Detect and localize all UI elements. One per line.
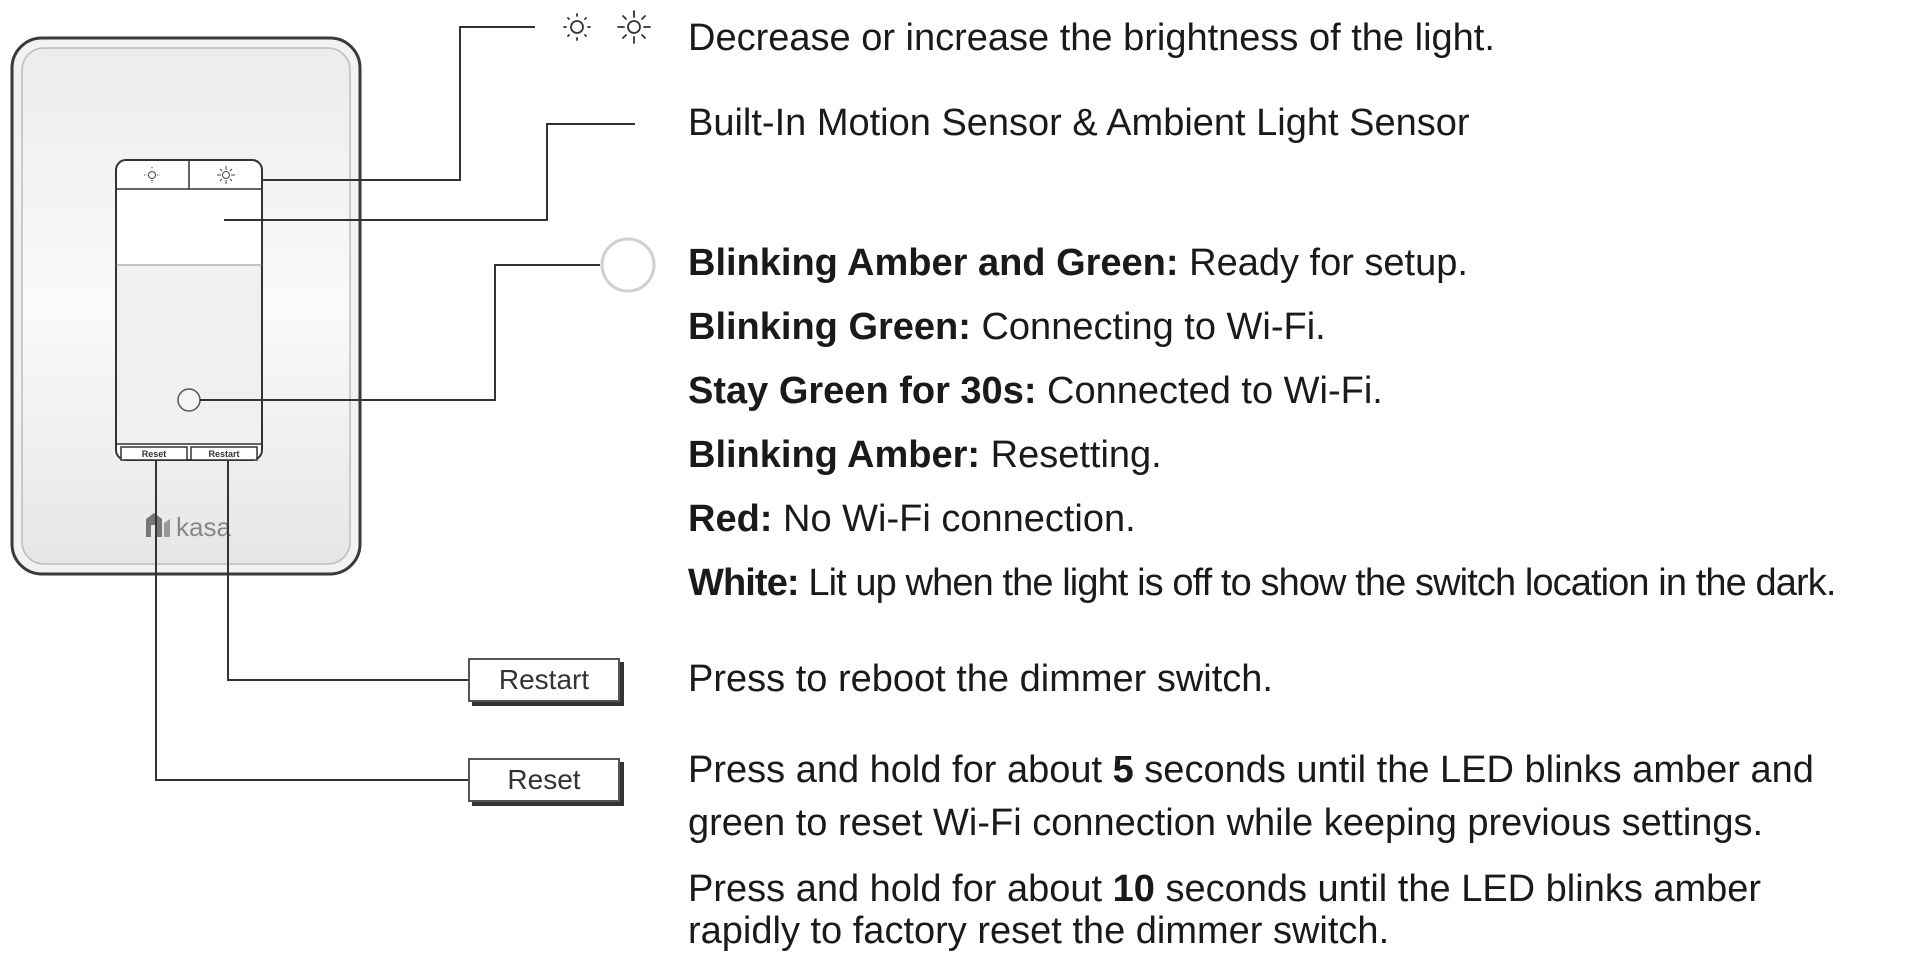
reset-5s-prefix: Press and hold for about xyxy=(688,749,1113,791)
led-state-3: Stay Green for 30s: Connected to Wi-Fi. xyxy=(688,368,1383,414)
led-state-text: No Wi-Fi connection. xyxy=(772,498,1136,540)
led-state-5: Red: No Wi-Fi connection. xyxy=(688,496,1136,542)
reset-10s-description-line2: rapidly to factory reset the dimmer swit… xyxy=(688,910,1390,952)
led-state-text: Connected to Wi-Fi. xyxy=(1036,370,1383,412)
led-state-6: White: Lit up when the light is off to s… xyxy=(688,560,1836,606)
reset-5s-description-line2: green to reset Wi-Fi connection while ke… xyxy=(688,802,1764,844)
led-state-title: Blinking Green: xyxy=(688,306,971,348)
brightness-description: Decrease or increase the brightness of t… xyxy=(688,17,1495,59)
switch-body xyxy=(115,159,263,461)
switch-reset-label: Reset xyxy=(142,449,167,459)
reset-10s-suffix: seconds until the LED blinks amber xyxy=(1154,868,1762,910)
led-state-title: Blinking Amber and Green: xyxy=(688,242,1179,284)
sun-dim-icon xyxy=(563,13,591,41)
led-state-title: Stay Green for 30s: xyxy=(688,370,1037,412)
switch-restart-button[interactable]: Restart xyxy=(190,446,258,461)
led-state-text: Lit up when the light is off to show the… xyxy=(798,562,1836,604)
switch-restart-label: Restart xyxy=(208,449,239,459)
sensor-description: Built-In Motion Sensor & Ambient Light S… xyxy=(688,102,1470,144)
restart-description: Press to reboot the dimmer switch. xyxy=(688,658,1273,700)
led-state-text: Connecting to Wi-Fi. xyxy=(970,306,1326,348)
reset-5s-description: Press and hold for about 5 seconds until… xyxy=(688,747,1814,793)
led-state-title: Red: xyxy=(688,498,773,540)
restart-button-label: Restart xyxy=(468,658,620,702)
led-state-title: Blinking Amber: xyxy=(688,434,981,476)
reset-button-label: Reset xyxy=(468,758,620,802)
led-ring-icon xyxy=(600,237,656,293)
switch-reset-button[interactable]: Reset xyxy=(120,446,188,461)
led-state-4: Blinking Amber: Resetting. xyxy=(688,432,1162,478)
reset-10s-seconds: 10 xyxy=(1112,868,1155,910)
led-state-2: Blinking Green: Connecting to Wi-Fi. xyxy=(688,304,1326,350)
led-state-text: Resetting. xyxy=(980,434,1162,476)
brand-name: kasa xyxy=(176,512,231,542)
led-state-1: Blinking Amber and Green: Ready for setu… xyxy=(688,240,1468,286)
reset-5s-suffix: seconds until the LED blinks amber and xyxy=(1133,749,1814,791)
led-indicator xyxy=(177,388,201,412)
sun-bright-icon xyxy=(617,10,651,44)
reset-5s-seconds: 5 xyxy=(1112,749,1134,791)
reset-10s-description: Press and hold for about 10 seconds unti… xyxy=(688,866,1761,912)
led-state-title: White: xyxy=(688,562,800,604)
led-state-text: Ready for setup. xyxy=(1178,242,1468,284)
reset-10s-prefix: Press and hold for about xyxy=(688,868,1113,910)
